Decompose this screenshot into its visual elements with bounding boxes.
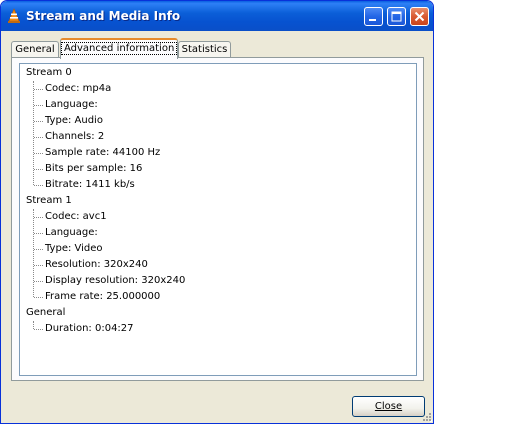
tree-node-property[interactable]: Display resolution: 320x240 (45, 273, 185, 289)
tree-node-stream[interactable]: Stream 0 (26, 65, 72, 81)
window-title: Stream and Media Info (26, 9, 181, 23)
tab-label: Statistics (181, 44, 228, 55)
tree-node-property[interactable]: Resolution: 320x240 (45, 257, 148, 273)
tree-node-property[interactable]: Sample rate: 44100 Hz (45, 145, 160, 161)
tree-node-property[interactable]: Codec: mp4a (45, 81, 111, 97)
tab-advanced-information[interactable]: Advanced information (60, 38, 178, 59)
tree-connector-line (34, 297, 43, 298)
tree-connector-line (34, 233, 43, 234)
tab-label: Advanced information (61, 42, 178, 55)
tree-connector-line (34, 137, 43, 138)
tab-statistics[interactable]: Statistics (178, 41, 231, 58)
tree-node-property[interactable]: Frame rate: 25.000000 (45, 289, 160, 305)
tree-connector-line (34, 185, 43, 186)
stream-media-info-window: Stream and Media Info General Advanced i… (0, 0, 434, 424)
title-bar[interactable]: Stream and Media Info (1, 1, 433, 31)
tree-node-property[interactable]: Language: (45, 97, 98, 113)
resize-grip-icon[interactable] (421, 411, 433, 423)
tree-connector-line (33, 321, 34, 329)
tree-node-property[interactable]: Language: (45, 225, 98, 241)
tree-connector-line (34, 329, 43, 330)
tree-connector-line (34, 105, 43, 106)
tree-node-stream[interactable]: Stream 1 (26, 193, 72, 209)
tree-connector-line (34, 249, 43, 250)
tree-node-property[interactable]: Codec: avc1 (45, 209, 107, 225)
tree-connector-line (34, 89, 43, 90)
maximize-button[interactable] (387, 7, 406, 26)
tree-connector-line (34, 153, 43, 154)
advanced-information-panel: Stream 0 Codec: mp4a Language: Type: Audio C… (11, 57, 424, 381)
minimize-icon (369, 19, 376, 21)
tree-connector-line (33, 209, 34, 297)
tab-label: General (15, 44, 55, 55)
maximize-icon (391, 11, 402, 22)
close-window-button[interactable] (410, 7, 429, 26)
tree-connector-line (34, 281, 43, 282)
tree-node-property[interactable]: Duration: 0:04:27 (45, 321, 134, 337)
info-tree-view[interactable]: Stream 0 Codec: mp4a Language: Type: Audio C… (19, 63, 417, 376)
tree-connector-line (34, 169, 43, 170)
close-icon (414, 11, 425, 22)
tab-general[interactable]: General (11, 41, 59, 58)
minimize-button[interactable] (364, 7, 383, 26)
vlc-cone-icon (8, 8, 20, 23)
tree-node-stream[interactable]: General (26, 305, 65, 321)
tree-node-property[interactable]: Bits per sample: 16 (45, 161, 142, 177)
tree-node-property[interactable]: Type: Video (45, 241, 103, 257)
tree-node-property[interactable]: Bitrate: 1411 kb/s (45, 177, 135, 193)
tree-node-property[interactable]: Channels: 2 (45, 129, 104, 145)
tree-node-property[interactable]: Type: Audio (45, 113, 103, 129)
tree-connector-line (34, 121, 43, 122)
close-button[interactable]: Close (352, 396, 425, 417)
close-button-label: Close (374, 401, 403, 412)
tree-connector-line (34, 265, 43, 266)
tree-connector-line (34, 217, 43, 218)
